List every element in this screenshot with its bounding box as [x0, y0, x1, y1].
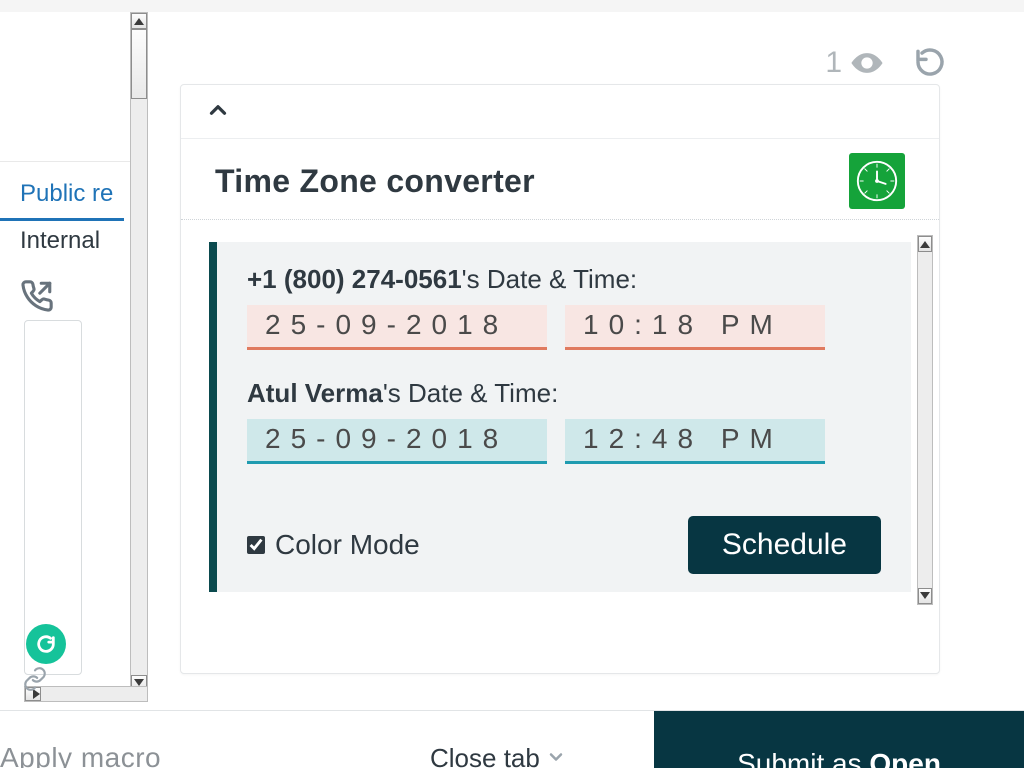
entry-agent: Atul Verma's Date & Time: 25-09-2018 12:…	[247, 378, 881, 464]
grammarly-badge[interactable]	[26, 624, 66, 664]
color-mode-toggle[interactable]: Color Mode	[247, 529, 420, 561]
caller-time-field[interactable]: 10:18 PM	[565, 305, 825, 350]
conversion-panel: +1 (800) 274-0561's Date & Time: 25-09-2…	[209, 242, 911, 592]
chevron-down-icon	[546, 743, 566, 768]
clock-icon	[849, 153, 905, 209]
widget-title: Time Zone converter	[215, 163, 535, 200]
tab-public-reply[interactable]: Public re	[0, 174, 124, 221]
watcher-count-value: 1	[825, 46, 842, 80]
chevron-up-icon	[205, 97, 231, 128]
caller-date-field[interactable]: 25-09-2018	[247, 305, 547, 350]
submit-button[interactable]: Submit as Open	[654, 711, 1024, 768]
card-collapse-bar[interactable]	[181, 85, 939, 139]
insert-link-icon[interactable]	[18, 666, 52, 699]
ticket-left-column: Public re Internal	[0, 12, 130, 318]
window-top-strip	[0, 0, 1024, 12]
close-tab-button[interactable]: Close tab	[430, 743, 566, 768]
tab-internal-note[interactable]: Internal	[0, 221, 130, 261]
entry-caller: +1 (800) 274-0561's Date & Time: 25-09-2…	[247, 264, 881, 350]
watcher-count: 1	[825, 46, 884, 80]
eye-icon	[850, 46, 884, 80]
left-scrollbar[interactable]	[130, 12, 148, 692]
apply-macro-button[interactable]: Apply macro	[0, 742, 161, 768]
agent-date-field[interactable]: 25-09-2018	[247, 419, 547, 464]
callback-icon[interactable]	[20, 279, 130, 318]
schedule-button[interactable]: Schedule	[688, 516, 881, 574]
entry-agent-label: Atul Verma's Date & Time:	[247, 378, 881, 409]
timezone-widget-card: Time Zone converter +1 (800) 274-0561's …	[180, 84, 940, 674]
reply-editor[interactable]	[24, 320, 82, 675]
ticket-footer: Apply macro Close tab Submit as Open	[0, 710, 1024, 768]
panel-scrollbar[interactable]	[917, 235, 933, 605]
color-mode-label: Color Mode	[275, 529, 420, 561]
agent-time-field[interactable]: 12:48 PM	[565, 419, 825, 464]
color-mode-checkbox[interactable]	[247, 536, 265, 554]
refresh-button[interactable]	[914, 46, 946, 83]
reply-tabs: Public re Internal	[0, 162, 130, 261]
entry-caller-label: +1 (800) 274-0561's Date & Time:	[247, 264, 881, 295]
